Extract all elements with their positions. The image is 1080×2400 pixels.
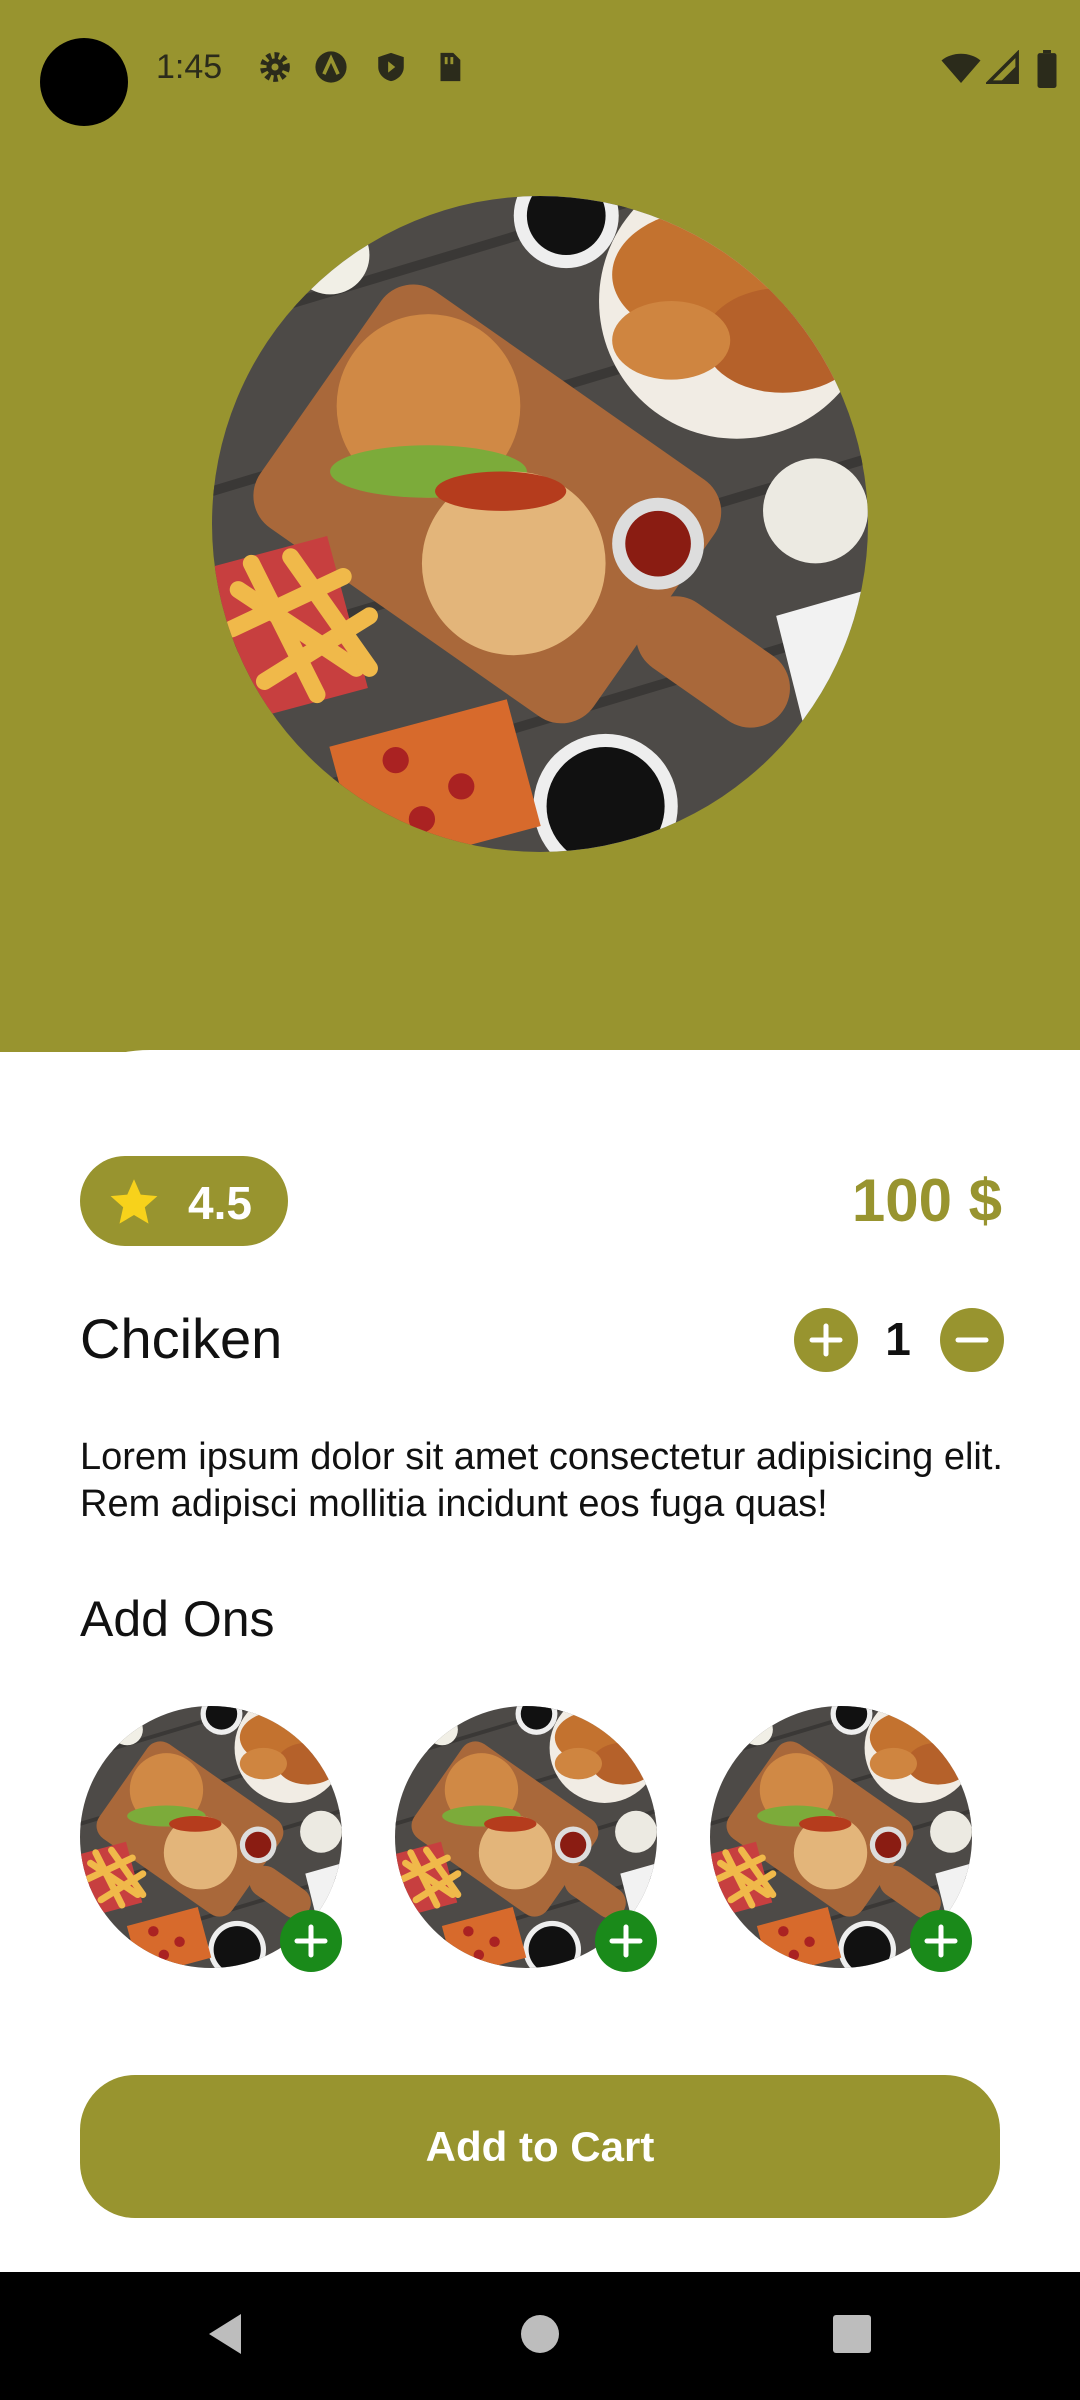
a-badge-icon bbox=[315, 51, 347, 83]
plus-icon bbox=[924, 1924, 958, 1958]
add-on-add-button[interactable] bbox=[595, 1910, 657, 1972]
add-on-add-button[interactable] bbox=[280, 1910, 342, 1972]
star-icon bbox=[110, 1179, 158, 1224]
add-on-item bbox=[80, 1706, 342, 1972]
system-nav-bar bbox=[0, 2272, 1080, 2400]
battery-icon bbox=[1037, 50, 1057, 88]
plus-icon bbox=[809, 1323, 843, 1357]
add-on-add-button[interactable] bbox=[910, 1910, 972, 1972]
decrease-quantity-button[interactable] bbox=[940, 1308, 1004, 1372]
product-name: Chciken bbox=[80, 1307, 283, 1370]
settings-icon bbox=[260, 52, 290, 82]
food-platter-photo bbox=[212, 196, 868, 852]
minus-icon bbox=[955, 1337, 989, 1343]
status-bar: 1:45 bbox=[0, 0, 1080, 130]
rating-badge: 4.5 bbox=[80, 1156, 288, 1246]
product-image bbox=[212, 196, 868, 852]
camera-cutout bbox=[40, 38, 128, 126]
home-icon[interactable] bbox=[508, 2302, 572, 2366]
add-on-item bbox=[710, 1706, 972, 1972]
wifi-icon bbox=[941, 53, 981, 83]
add-on-item bbox=[395, 1706, 657, 1972]
rating-value: 4.5 bbox=[188, 1177, 252, 1229]
plus-icon bbox=[609, 1924, 643, 1958]
status-time: 1:45 bbox=[156, 48, 223, 86]
quantity-value: 1 bbox=[885, 1313, 911, 1365]
increase-quantity-button[interactable] bbox=[794, 1308, 858, 1372]
product-price: 100 $ bbox=[851, 1167, 1002, 1234]
back-icon[interactable] bbox=[195, 2302, 259, 2366]
product-description: Lorem ipsum dolor sit amet consectetur a… bbox=[80, 1436, 1003, 1525]
recents-icon[interactable] bbox=[820, 2302, 884, 2366]
add-to-cart-button[interactable]: Add to Cart bbox=[80, 2075, 1000, 2218]
signal-icon bbox=[986, 50, 1019, 84]
sim-card-icon bbox=[440, 52, 461, 82]
add-ons-heading: Add Ons bbox=[80, 1591, 275, 1647]
shield-icon bbox=[378, 52, 404, 82]
plus-icon bbox=[294, 1924, 328, 1958]
